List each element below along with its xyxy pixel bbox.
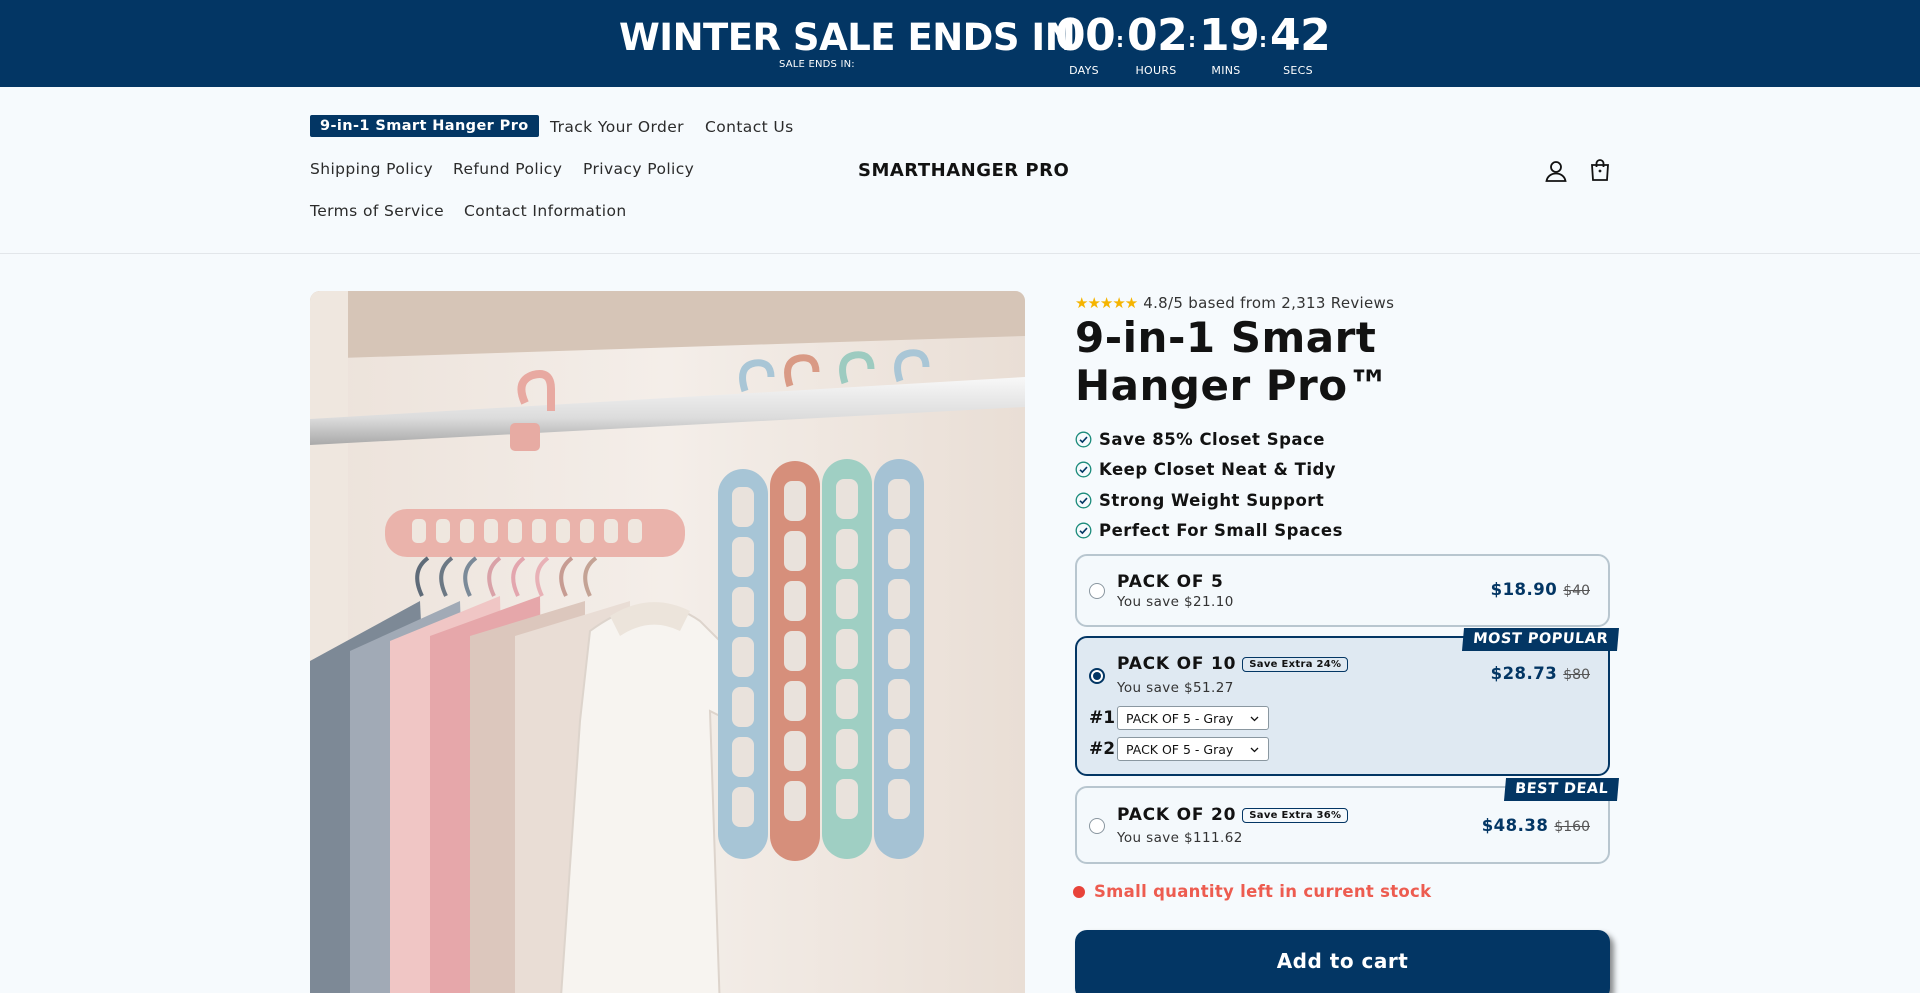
variant-number: #2 xyxy=(1089,739,1116,759)
pack-radio[interactable] xyxy=(1089,583,1105,599)
check-circle-icon xyxy=(1075,492,1092,509)
stock-text: Small quantity left in current stock xyxy=(1094,882,1432,901)
countdown-secs-label: SECS xyxy=(1283,64,1313,77)
price-original: $160 xyxy=(1554,819,1590,835)
sale-title: WINTER SALE ENDS IN xyxy=(619,16,1076,59)
nav-link-shipping-policy[interactable]: Shipping Policy xyxy=(310,160,433,178)
nav-link-contact-information[interactable]: Contact Information xyxy=(464,202,627,220)
countdown-mins: 19 MINS xyxy=(1199,10,1260,77)
benefit-item: Keep Closet Neat & Tidy xyxy=(1075,455,1343,486)
product-image[interactable] xyxy=(310,291,1025,993)
benefit-item: Perfect For Small Spaces xyxy=(1075,516,1343,547)
pack-option-20[interactable]: BEST DEAL PACK OF 20 Save Extra 36% You s… xyxy=(1075,778,1620,864)
variant-number: #1 xyxy=(1089,708,1116,728)
benefit-item: Strong Weight Support xyxy=(1075,485,1343,516)
variant-select-value: PACK OF 5 - Gray xyxy=(1126,741,1234,757)
product-title: 9-in-1 Smart Hanger Pro™ xyxy=(1075,313,1391,410)
brand-logo[interactable]: SMARTHANGER PRO xyxy=(858,160,1069,181)
pack-price: $28.73 $80 xyxy=(1491,664,1590,683)
nav-link-terms[interactable]: Terms of Service xyxy=(310,202,444,220)
pack-name-text: PACK OF 10 xyxy=(1117,654,1237,674)
sale-subtitle: SALE ENDS IN: xyxy=(779,59,855,70)
nav-link-track-order[interactable]: Track Your Order xyxy=(550,118,684,136)
benefit-text: Keep Closet Neat & Tidy xyxy=(1099,460,1337,480)
pack-name: PACK OF 5 xyxy=(1117,572,1224,592)
countdown-separator: : xyxy=(1188,28,1196,52)
countdown-hours: 02 HOURS xyxy=(1127,10,1188,77)
most-popular-ribbon: MOST POPULAR xyxy=(1461,628,1620,651)
pack-savings: You save $21.10 xyxy=(1117,594,1234,610)
pack-radio[interactable] xyxy=(1089,818,1105,834)
countdown-days: 00 DAYS xyxy=(1055,10,1116,77)
price-current: $28.73 xyxy=(1490,664,1558,683)
variant-select-1[interactable]: PACK OF 5 - Gray xyxy=(1117,706,1269,730)
benefit-text: Perfect For Small Spaces xyxy=(1099,521,1343,541)
check-circle-icon xyxy=(1075,431,1092,448)
variant-row-2: #2 PACK OF 5 - Gray xyxy=(1089,737,1269,761)
save-extra-badge: Save Extra 36% xyxy=(1242,808,1349,823)
pack-price: $18.90 $40 xyxy=(1491,580,1590,599)
save-extra-badge: Save Extra 24% xyxy=(1242,657,1349,672)
pack-name: PACK OF 10 Save Extra 24% xyxy=(1117,654,1349,674)
chevron-down-icon xyxy=(1250,716,1259,721)
stock-dot-icon xyxy=(1073,885,1085,898)
hangers-in-closet-illustration xyxy=(310,291,1025,993)
countdown-mins-value: 19 xyxy=(1199,10,1260,61)
site-header: 9-in-1 Smart Hanger Pro Track Your Order… xyxy=(0,87,1920,254)
price-current: $18.90 xyxy=(1490,580,1558,599)
countdown-hours-label: HOURS xyxy=(1135,64,1177,77)
benefit-item: Save 85% Closet Space xyxy=(1075,424,1343,455)
countdown-separator: : xyxy=(1259,28,1267,52)
benefit-text: Strong Weight Support xyxy=(1099,490,1325,510)
star-rating-icon: ★★★★★ xyxy=(1075,294,1138,312)
countdown-separator: : xyxy=(1116,28,1124,52)
countdown-secs-value: 42 xyxy=(1270,10,1331,61)
nav-link-privacy-policy[interactable]: Privacy Policy xyxy=(583,160,694,178)
variant-select-value: PACK OF 5 - Gray xyxy=(1126,710,1234,726)
pack-radio[interactable] xyxy=(1089,668,1105,684)
cart-icon[interactable] xyxy=(1587,157,1613,183)
countdown-days-label: DAYS xyxy=(1069,64,1099,77)
announcement-bar: WINTER SALE ENDS IN SALE ENDS IN: 00 DAY… xyxy=(0,0,1920,87)
benefit-list: Save 85% Closet Space Keep Closet Neat &… xyxy=(1075,424,1343,546)
countdown-secs: 42 SECS xyxy=(1270,10,1331,77)
pack-savings: You save $51.27 xyxy=(1117,680,1234,696)
countdown-mins-label: MINS xyxy=(1211,64,1241,77)
variant-select-2[interactable]: PACK OF 5 - Gray xyxy=(1117,737,1269,761)
nav-link-smart-hanger[interactable]: 9-in-1 Smart Hanger Pro xyxy=(310,115,539,137)
benefit-text: Save 85% Closet Space xyxy=(1099,429,1325,449)
price-current: $48.38 xyxy=(1481,816,1549,835)
rating-text: 4.8/5 based from 2,313 Reviews xyxy=(1143,294,1395,312)
countdown-hours-value: 02 xyxy=(1127,10,1188,61)
pack-option-5[interactable]: PACK OF 5 You save $21.10 $18.90 $40 xyxy=(1075,554,1610,627)
price-original: $80 xyxy=(1563,667,1590,683)
countdown-days-value: 00 xyxy=(1055,10,1116,61)
variant-row-1: #1 PACK OF 5 - Gray xyxy=(1089,706,1269,730)
price-original: $40 xyxy=(1563,583,1590,599)
check-circle-icon xyxy=(1075,461,1092,478)
chevron-down-icon xyxy=(1250,747,1259,752)
pack-savings: You save $111.62 xyxy=(1117,830,1243,846)
pack-name-text: PACK OF 20 xyxy=(1117,805,1237,825)
pack-option-10[interactable]: MOST POPULAR PACK OF 10 Save Extra 24% Yo… xyxy=(1075,628,1620,776)
pack-name: PACK OF 20 Save Extra 36% xyxy=(1117,805,1349,825)
pack-price: $48.38 $160 xyxy=(1482,816,1590,835)
stock-notice: Small quantity left in current stock xyxy=(1073,882,1431,901)
rating-row: ★★★★★ 4.8/5 based from 2,313 Reviews xyxy=(1075,294,1394,312)
nav-link-contact-us[interactable]: Contact Us xyxy=(705,118,794,136)
account-icon[interactable] xyxy=(1543,158,1569,184)
check-circle-icon xyxy=(1075,522,1092,539)
add-to-cart-button[interactable]: Add to cart xyxy=(1075,930,1610,993)
best-deal-ribbon: BEST DEAL xyxy=(1503,778,1620,801)
nav-link-refund-policy[interactable]: Refund Policy xyxy=(453,160,562,178)
